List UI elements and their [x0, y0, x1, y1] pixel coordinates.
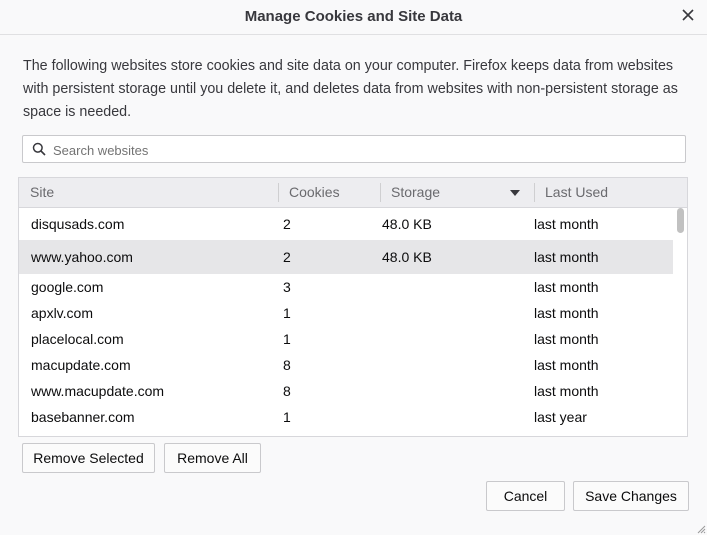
cell-site: www.yahoo.com — [31, 249, 133, 265]
dialog-description: The following websites store cookies and… — [23, 58, 678, 120]
search-icon — [32, 142, 46, 156]
table-row[interactable]: www.yahoo.com 2 48.0 KB last month — [19, 240, 673, 274]
cell-last-used: last month — [534, 216, 599, 232]
table-row[interactable]: macupdate.com 8 last month — [19, 352, 673, 378]
cell-site: www.macupdate.com — [31, 383, 165, 399]
cell-site: disqusads.com — [31, 216, 125, 232]
table-row[interactable]: apxlv.com 1 last month — [19, 300, 673, 326]
remove-all-button[interactable]: Remove All — [164, 443, 261, 473]
table-row[interactable]: disqusads.com 2 48.0 KB last month — [19, 208, 673, 240]
cell-last-used: last month — [534, 331, 599, 347]
cell-cookies: 2 — [283, 216, 291, 232]
column-divider — [534, 183, 535, 202]
remove-selected-button[interactable]: Remove Selected — [22, 443, 155, 473]
scrollbar-thumb[interactable] — [677, 208, 684, 233]
cell-cookies: 2 — [283, 249, 291, 265]
cell-last-used: last year — [534, 409, 587, 425]
scrollbar[interactable] — [677, 208, 685, 436]
cell-site: macupdate.com — [31, 357, 131, 373]
close-button[interactable] — [677, 4, 699, 26]
table-row[interactable]: basebanner.com 1 last year — [19, 404, 673, 430]
dialog-title: Manage Cookies and Site Data — [244, 8, 463, 25]
cell-last-used: last month — [534, 279, 599, 295]
column-header-cookies[interactable]: Cookies — [289, 178, 340, 207]
cell-site: placelocal.com — [31, 331, 124, 347]
resize-grip-icon[interactable] — [696, 524, 706, 534]
cell-site: basebanner.com — [31, 409, 135, 425]
column-header-site[interactable]: Site — [30, 178, 54, 207]
cell-last-used: last month — [534, 383, 599, 399]
close-icon — [682, 9, 694, 21]
cell-last-used: last month — [534, 249, 599, 265]
cell-site: apxlv.com — [31, 305, 93, 321]
site-data-table: Site Cookies Storage Last Used disqusads… — [18, 177, 688, 437]
sort-descending-icon — [510, 190, 520, 196]
cancel-button[interactable]: Cancel — [486, 481, 565, 511]
column-header-last-used[interactable]: Last Used — [545, 178, 608, 207]
cell-cookies: 8 — [283, 383, 291, 399]
cell-cookies: 8 — [283, 357, 291, 373]
cell-cookies: 3 — [283, 279, 291, 295]
cell-last-used: last month — [534, 357, 599, 373]
cell-site: google.com — [31, 279, 104, 295]
cell-storage: 48.0 KB — [382, 216, 432, 232]
search-box[interactable] — [22, 135, 686, 163]
cell-cookies: 1 — [283, 331, 291, 347]
column-divider — [380, 183, 381, 202]
column-header-storage[interactable]: Storage — [391, 178, 440, 207]
save-changes-button[interactable]: Save Changes — [573, 481, 689, 511]
column-divider — [278, 183, 279, 202]
table-row[interactable]: placelocal.com 1 last month — [19, 326, 673, 352]
table-header: Site Cookies Storage Last Used — [19, 178, 687, 208]
table-row[interactable]: www.macupdate.com 8 last month — [19, 378, 673, 404]
cell-storage: 48.0 KB — [382, 249, 432, 265]
cell-cookies: 1 — [283, 409, 291, 425]
cell-cookies: 1 — [283, 305, 291, 321]
cell-last-used: last month — [534, 305, 599, 321]
search-input[interactable] — [51, 138, 675, 162]
table-row[interactable]: google.com 3 last month — [19, 274, 673, 300]
dialog-titlebar: Manage Cookies and Site Data — [0, 0, 707, 35]
